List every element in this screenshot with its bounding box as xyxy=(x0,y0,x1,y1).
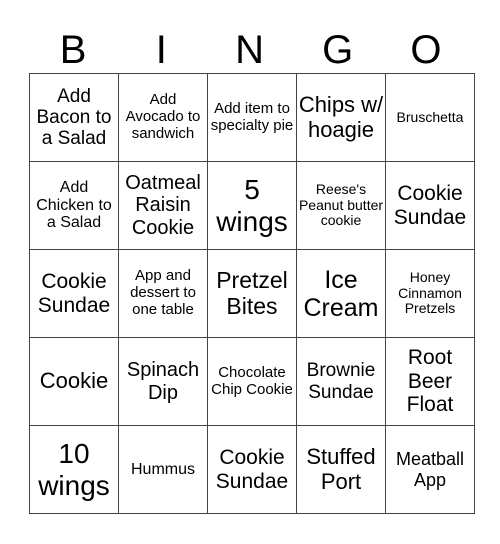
bingo-cell[interactable]: Bruschetta xyxy=(385,73,475,162)
bingo-cell[interactable]: Cookie Sundae xyxy=(29,249,119,338)
bingo-cell[interactable]: Meatball App xyxy=(385,425,475,514)
bingo-cell[interactable]: Add item to specialty pie xyxy=(207,73,297,162)
bingo-cell[interactable]: Hummus xyxy=(118,425,208,514)
bingo-row: Add Chicken to a Salad Oatmeal Raisin Coo… xyxy=(29,161,475,250)
bingo-cell[interactable]: Chocolate Chip Cookie xyxy=(207,337,297,426)
bingo-cell[interactable]: 10 wings xyxy=(29,425,119,514)
bingo-cell[interactable]: Cookie Sundae xyxy=(385,161,475,250)
header-letter-i: I xyxy=(155,28,167,72)
header-letter-g: G xyxy=(322,28,354,72)
bingo-row: Add Bacon to a Salad Add Avocado to sandw… xyxy=(29,73,475,162)
bingo-card: Add Bacon to a Salad Add Avocado to sandw… xyxy=(29,73,475,514)
bingo-cell[interactable]: Add Chicken to a Salad xyxy=(29,161,119,250)
header-letter-o: O xyxy=(410,28,442,72)
bingo-cell[interactable]: Honey Cinnamon Pretzels xyxy=(385,249,475,338)
bingo-cell[interactable]: Spinach Dip xyxy=(118,337,208,426)
bingo-cell[interactable]: Chips w/ hoagie xyxy=(296,73,386,162)
bingo-cell[interactable]: Add Avocado to sandwich xyxy=(118,73,208,162)
bingo-row: Cookie Spinach Dip Chocolate Chip Cookie Br… xyxy=(29,337,475,426)
bingo-cell[interactable]: Add Bacon to a Salad xyxy=(29,73,119,162)
bingo-header: B I N G O xyxy=(29,28,470,73)
bingo-cell[interactable]: Oatmeal Raisin Cookie xyxy=(118,161,208,250)
header-letter-n: N xyxy=(235,28,264,72)
header-letter-b: B xyxy=(59,28,87,72)
bingo-cell[interactable]: Cookie xyxy=(29,337,119,426)
bingo-cell[interactable]: Ice Cream xyxy=(296,249,386,338)
bingo-cell[interactable]: Pretzel Bites xyxy=(207,249,297,338)
bingo-row: 10 wings Hummus Cookie Sundae Stuffed Port M… xyxy=(29,425,475,514)
bingo-cell[interactable]: App and dessert to one table xyxy=(118,249,208,338)
bingo-cell[interactable]: Root Beer Float xyxy=(385,337,475,426)
bingo-cell[interactable]: Brownie Sundae xyxy=(296,337,386,426)
bingo-cell[interactable]: 5 wings xyxy=(207,161,297,250)
bingo-cell[interactable]: Cookie Sundae xyxy=(207,425,297,514)
bingo-row: Cookie Sundae App and dessert to one tabl… xyxy=(29,249,475,338)
bingo-cell[interactable]: Reese's Peanut butter cookie xyxy=(296,161,386,250)
bingo-cell[interactable]: Stuffed Port xyxy=(296,425,386,514)
